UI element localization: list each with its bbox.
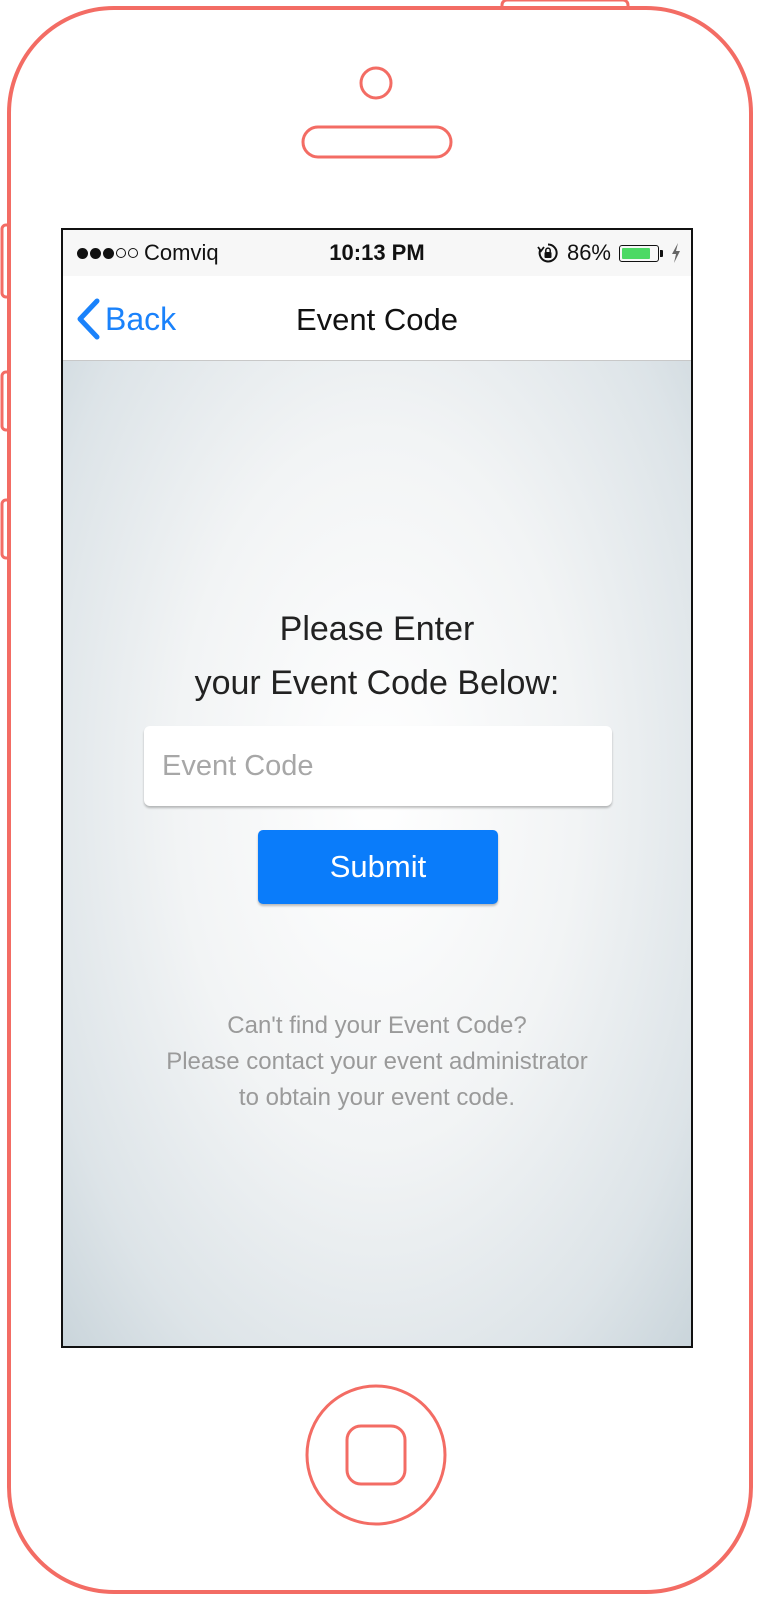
page-title: Event Code [296, 302, 458, 337]
battery-fill [622, 247, 650, 259]
help-line-2: Please contact your event administrator [166, 1048, 588, 1075]
event-code-input[interactable] [144, 726, 612, 806]
battery-icon [619, 244, 659, 262]
instruction-heading: Please Enter your Event Code Below: [63, 602, 691, 710]
status-bar: Comviq 10:13 PM 86% [63, 230, 691, 276]
help-line-1: Can't find your Event Code? [227, 1012, 527, 1039]
navigation-bar: Back Event Code [63, 276, 691, 361]
help-text: Can't find your Event Code? Please conta… [63, 1008, 691, 1116]
battery-tip [660, 249, 663, 257]
prompt-line-2: your Event Code Below: [194, 664, 560, 702]
submit-button[interactable]: Submit [258, 830, 498, 904]
help-line-3: to obtain your event code. [238, 1084, 516, 1111]
screen: Comviq 10:13 PM 86% Back Event Code Plea… [61, 228, 693, 1348]
phone-device: Comviq 10:13 PM 86% Back Event Code Plea… [0, 0, 766, 1600]
charging-bolt-icon [672, 243, 680, 263]
prompt-line-1: Please Enter [279, 610, 475, 648]
rotation-lock-icon [537, 243, 558, 263]
status-right-group: 86% [537, 240, 681, 266]
battery-percent: 86% [566, 240, 611, 265]
